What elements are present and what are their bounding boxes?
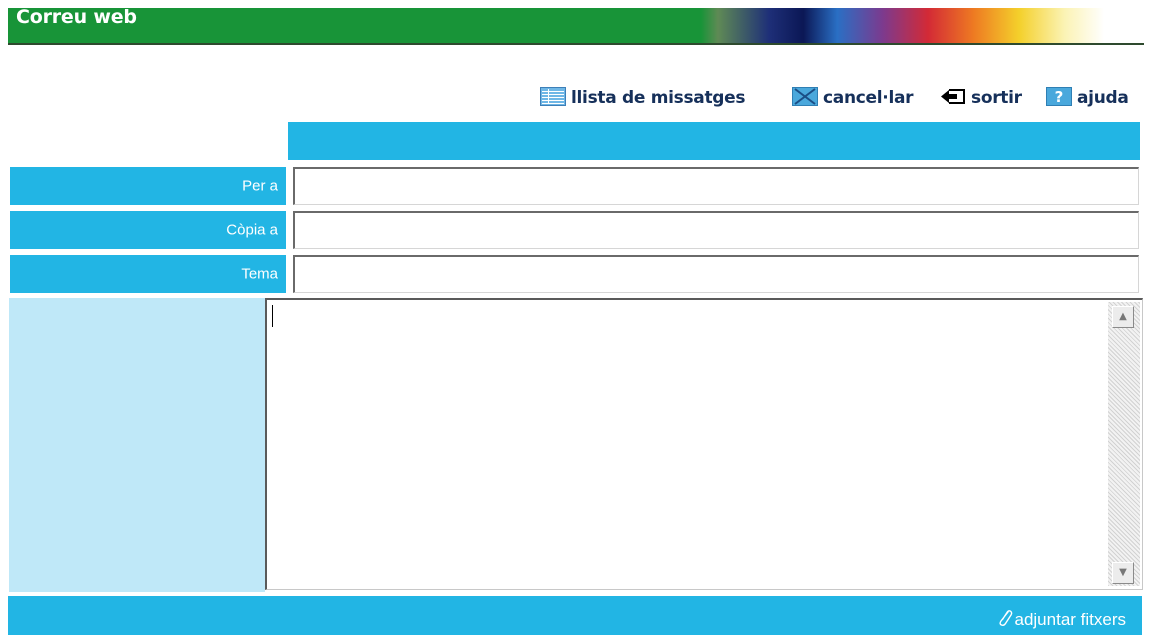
message-list-label: llista de missatges bbox=[571, 88, 746, 108]
subject-label-cell: Tema bbox=[9, 254, 287, 294]
app-header bbox=[8, 8, 1144, 44]
cancel-icon bbox=[792, 86, 818, 110]
to-field[interactable] bbox=[293, 167, 1139, 205]
cc-label: Còpia a bbox=[226, 221, 278, 239]
scroll-up-button[interactable]: ▲ bbox=[1112, 306, 1134, 328]
cc-field[interactable] bbox=[293, 211, 1139, 249]
list-icon bbox=[540, 86, 566, 110]
arrow-down-icon: ▼ bbox=[1119, 567, 1127, 578]
message-body-textarea[interactable] bbox=[265, 298, 1143, 590]
attach-files-label: adjuntar fitxers bbox=[1014, 610, 1127, 629]
arrow-up-icon: ▲ bbox=[1119, 311, 1127, 322]
help-label: ajuda bbox=[1077, 88, 1129, 108]
exit-button[interactable]: sortir bbox=[940, 86, 1022, 110]
subject-field[interactable] bbox=[293, 255, 1139, 293]
cc-label-cell: Còpia a bbox=[9, 210, 287, 250]
body-side-panel bbox=[9, 298, 265, 592]
help-icon: ? bbox=[1046, 86, 1072, 110]
paperclip-icon bbox=[997, 609, 1013, 631]
svg-text:?: ? bbox=[1055, 88, 1064, 106]
scroll-down-button[interactable]: ▼ bbox=[1112, 562, 1134, 584]
body-scrollbar[interactable] bbox=[1108, 302, 1140, 586]
app-title: Correu web bbox=[16, 6, 137, 28]
subject-label: Tema bbox=[241, 265, 278, 283]
cancel-label: cancel·lar bbox=[823, 88, 914, 108]
text-caret bbox=[272, 305, 273, 327]
exit-label: sortir bbox=[971, 88, 1022, 108]
cancel-button[interactable]: cancel·lar bbox=[792, 86, 914, 110]
message-list-button[interactable]: llista de missatges bbox=[540, 86, 746, 110]
header-divider bbox=[8, 43, 1144, 45]
form-top-bar bbox=[288, 122, 1140, 160]
attach-files-link[interactable]: adjuntar fitxers bbox=[997, 609, 1127, 631]
to-label: Per a bbox=[242, 177, 278, 195]
form-footer-bar: adjuntar fitxers bbox=[8, 596, 1142, 635]
help-button[interactable]: ? ajuda bbox=[1046, 86, 1129, 110]
to-label-cell: Per a bbox=[9, 166, 287, 206]
exit-arrow-icon bbox=[940, 87, 966, 110]
